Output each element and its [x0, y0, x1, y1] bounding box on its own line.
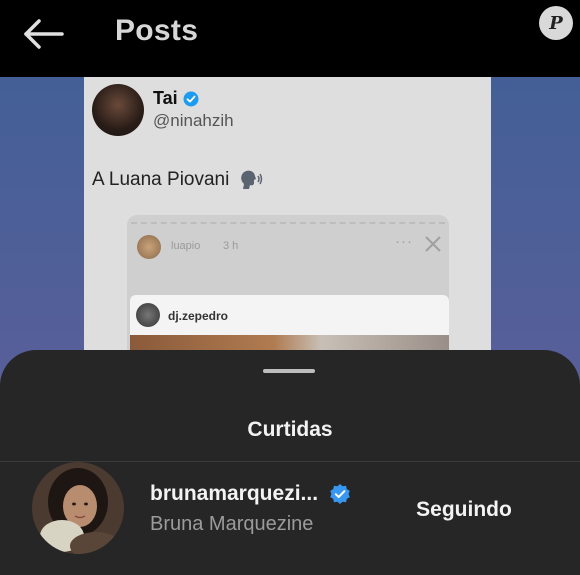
back-button[interactable] — [22, 18, 66, 50]
shared-post-username: dj.zepedro — [168, 309, 229, 323]
sheet-title: Curtidas — [247, 418, 333, 441]
sheet-drag-handle[interactable] — [263, 369, 315, 373]
verified-badge-icon — [330, 484, 350, 504]
arrow-left-icon — [24, 19, 64, 49]
list-item[interactable]: brunamarquezi... Bruna Marquezine Seguin… — [0, 462, 580, 575]
verified-badge-icon — [183, 91, 199, 107]
tweet-author-handle: @ninahzih — [153, 111, 234, 130]
page-title: Posts — [115, 14, 199, 47]
following-button[interactable]: Seguindo — [402, 490, 526, 530]
speaking-head-icon — [241, 170, 263, 189]
tweet-author-name: Tai — [153, 88, 178, 108]
more-options-icon: ··· — [395, 233, 413, 250]
top-bar: Posts P — [0, 0, 580, 77]
shared-post-avatar — [136, 303, 160, 327]
likes-bottom-sheet: Curtidas brunamarquezi... Bruna Marquezi… — [0, 350, 580, 575]
story-time: 3 h — [223, 240, 239, 252]
tweet-author-avatar — [92, 84, 144, 136]
watermark-logo: P — [539, 6, 573, 40]
tweet-text: A Luana Piovani — [92, 169, 230, 190]
close-icon — [425, 236, 441, 252]
post-image[interactable]: Tai @ninahzih A Luana Piovani luapio 3 h… — [84, 77, 491, 377]
like-username: brunamarquezi... — [150, 482, 319, 505]
like-full-name: Bruna Marquezine — [150, 513, 314, 535]
story-user-avatar — [137, 235, 161, 259]
profile-photo-icon — [32, 462, 124, 554]
story-progress-bar — [131, 222, 445, 224]
story-username: luapio — [171, 240, 201, 252]
avatar[interactable] — [32, 462, 124, 554]
